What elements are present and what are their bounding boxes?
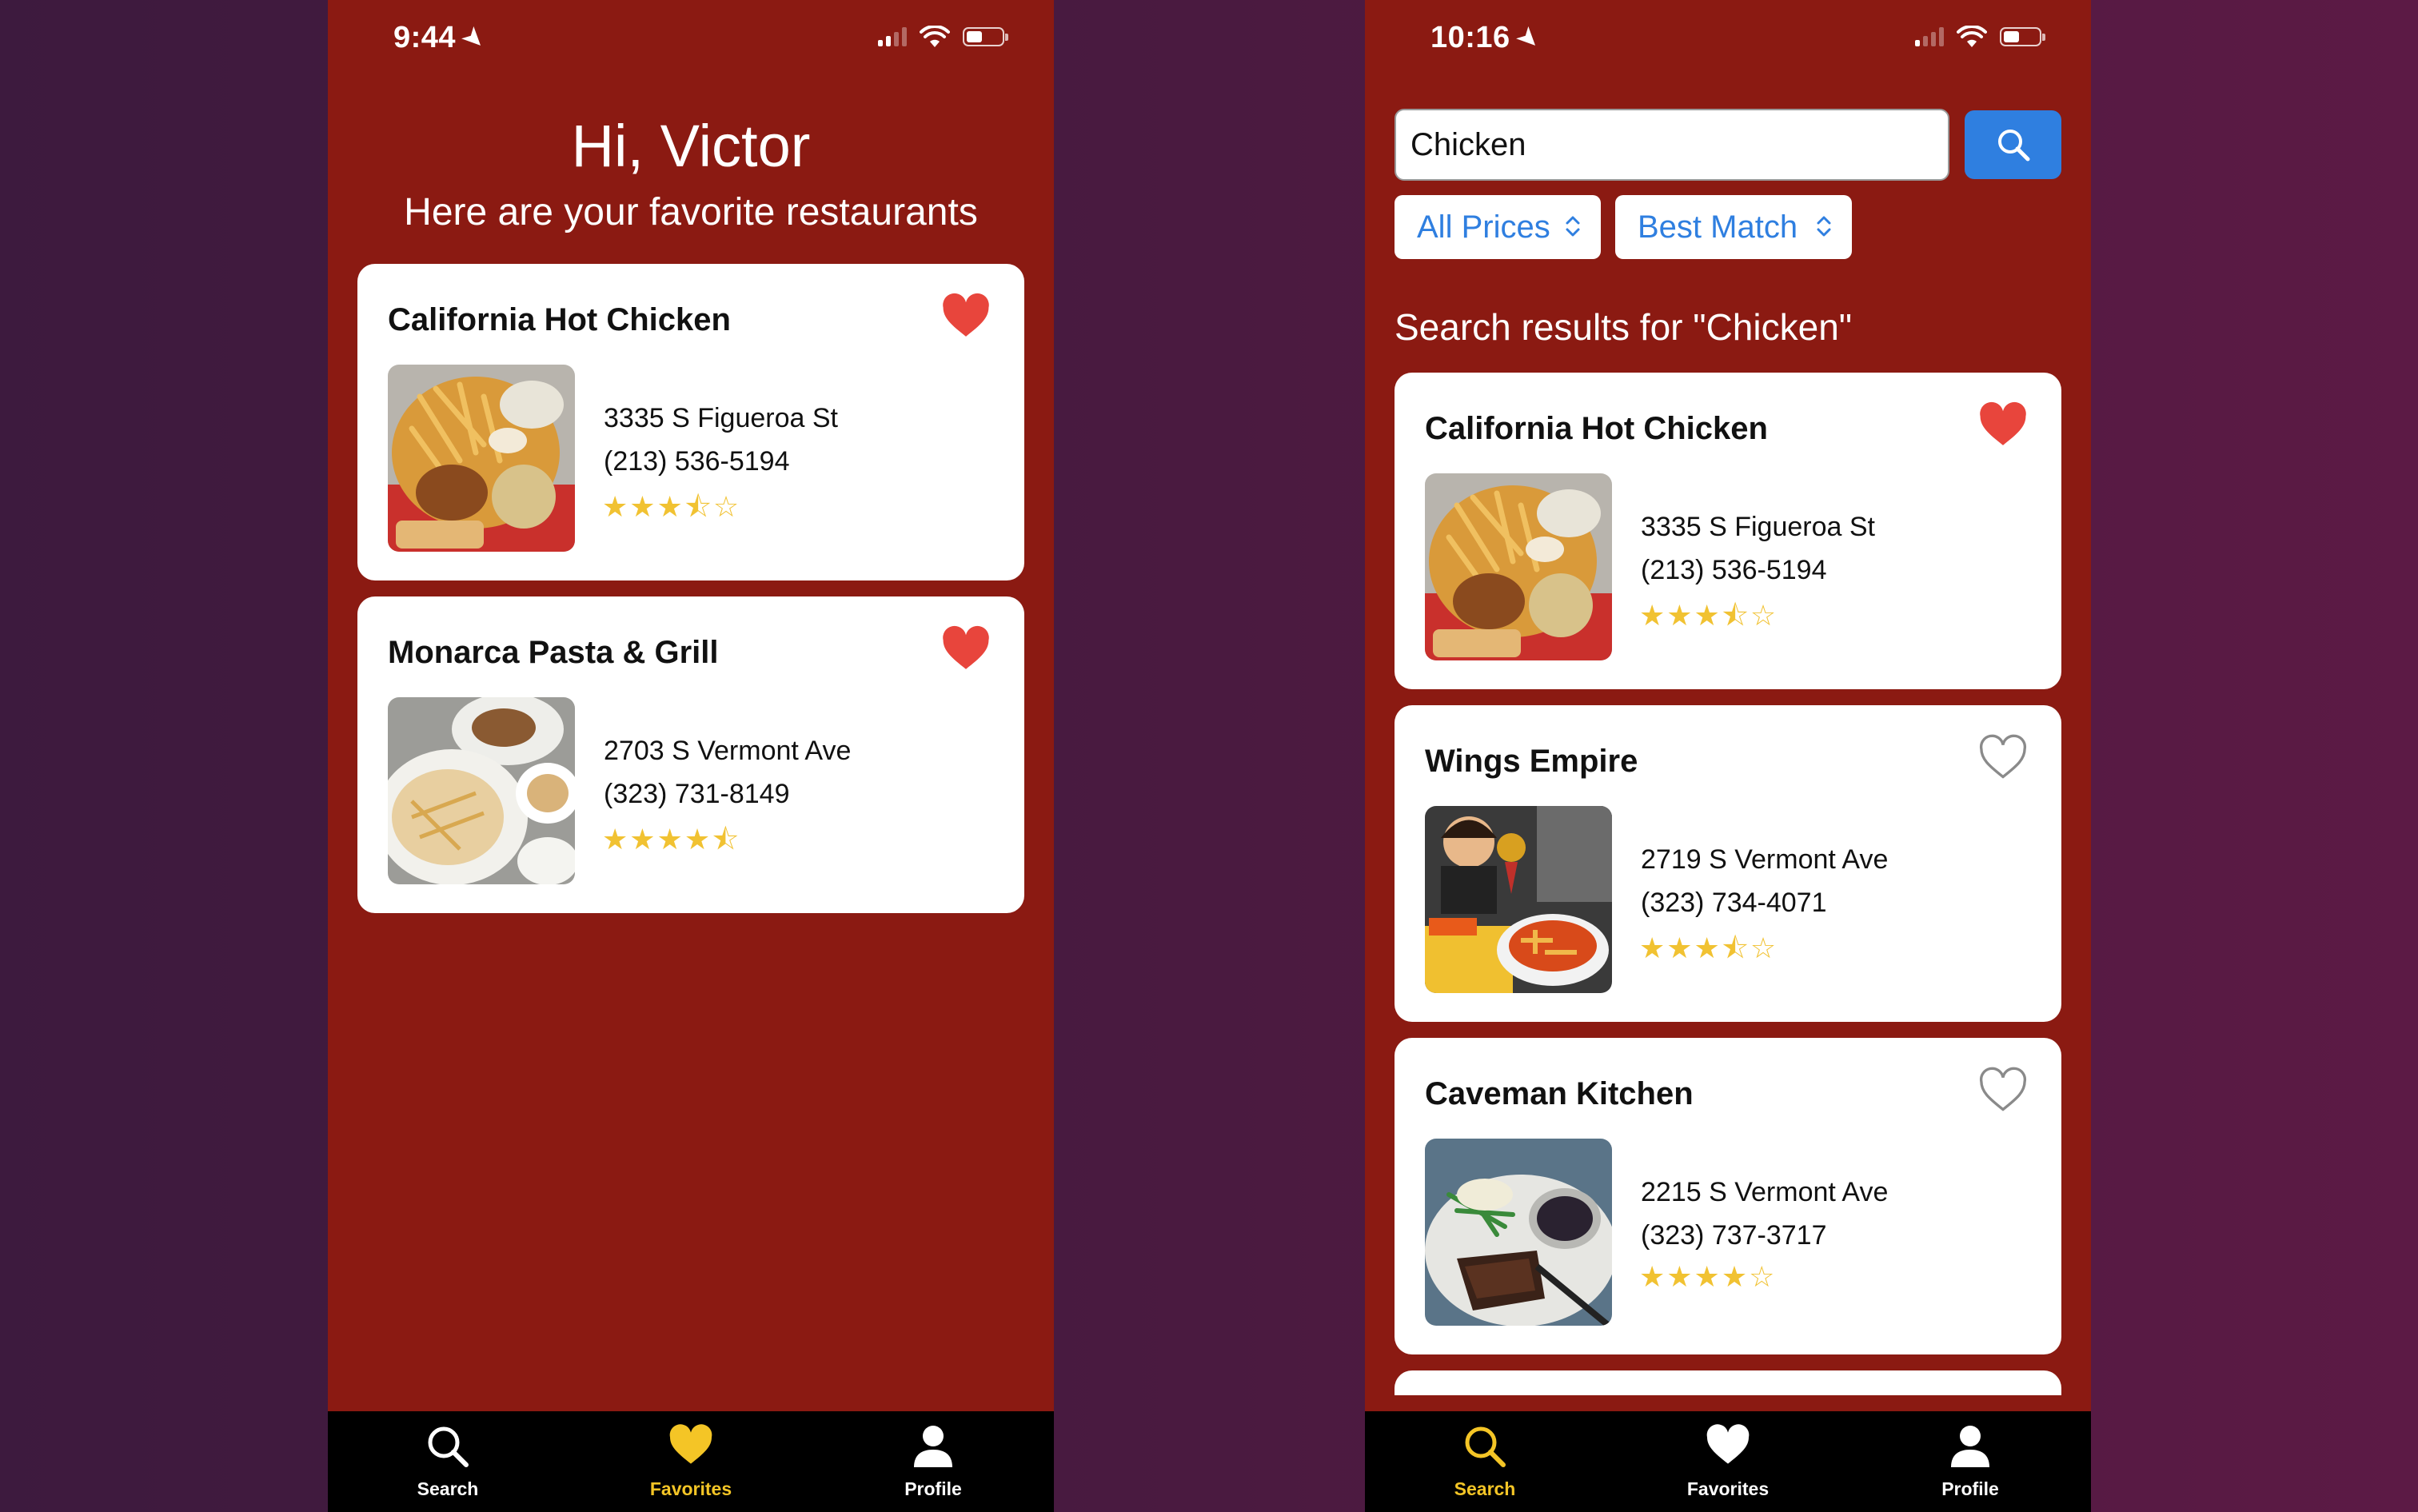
heart-outline-icon[interactable]	[1978, 734, 2028, 780]
price-filter-select[interactable]: All Prices	[1395, 195, 1601, 259]
rating-stars: ★★★⯪☆	[602, 490, 741, 523]
status-time: 9:44➤	[393, 19, 493, 58]
restaurant-card[interactable]: Monarca Pasta & Grill 2703 S Vermont Ave…	[357, 596, 1024, 913]
rating-stars: ★★★★⯪	[602, 823, 741, 856]
rating-stars: ★★★⯪☆	[1639, 932, 1778, 964]
tab-label: Search	[417, 1478, 479, 1499]
restaurant-name: Caveman Kitchen	[1425, 1076, 1694, 1111]
chevron-up-down-icon	[1566, 216, 1580, 237]
restaurant-photo	[1425, 473, 1612, 660]
heart-filled-icon[interactable]	[941, 293, 991, 339]
search-input[interactable]	[1395, 109, 1949, 181]
restaurant-name: Monarca Pasta & Grill	[388, 635, 719, 670]
tab-label: Favorites	[1686, 1478, 1770, 1499]
rating-stars: ★★★⯪☆	[1639, 599, 1778, 632]
restaurant-photo	[1425, 806, 1612, 993]
tab-bar: Search Favorites Profile	[1365, 1411, 2091, 1512]
restaurant-address: 2719 S Vermont Ave	[1641, 844, 1889, 875]
status-bar: 9:44➤	[328, 0, 1054, 80]
search-icon	[1998, 130, 2030, 162]
results-heading: Search results for "Chicken"	[1395, 306, 1853, 348]
tab-label: Profile	[1941, 1478, 1999, 1499]
restaurant-card[interactable]: Caveman Kitchen 2215 S Vermont Ave (323)…	[1395, 1038, 2061, 1354]
restaurant-card[interactable]: California Hot Chicken 3335 S Figueroa S…	[1395, 373, 2061, 689]
tab-favorites[interactable]: Favorites	[611, 1411, 771, 1512]
rating-stars: ★★★★☆	[1639, 1260, 1777, 1293]
heart-icon	[669, 1424, 712, 1464]
favorites-screen: 9:44➤ Hi, Victor Here are your favorite …	[328, 0, 1054, 1512]
restaurant-address: 3335 S Figueroa St	[604, 403, 838, 433]
tab-favorites[interactable]: Favorites	[1648, 1411, 1808, 1512]
restaurant-address: 2215 S Vermont Ave	[1641, 1177, 1889, 1207]
sort-select[interactable]: Best Match	[1615, 195, 1852, 259]
battery-icon	[963, 27, 1008, 46]
tab-search[interactable]: Search	[1405, 1411, 1565, 1512]
restaurant-address: 3335 S Figueroa St	[1641, 512, 1875, 542]
greeting-subtitle: Here are your favorite restaurants	[404, 191, 978, 233]
restaurant-phone: (323) 731-8149	[604, 779, 790, 809]
restaurant-card[interactable]: California Hot Chicken 3335 S Figueroa S…	[357, 264, 1024, 580]
restaurant-card[interactable]: Wings Empire 2719 S Vermont Ave (323) 73…	[1395, 705, 2061, 1022]
status-bar: 10:16➤	[1365, 0, 2091, 80]
heart-filled-icon[interactable]	[1978, 401, 2028, 448]
cellular-signal-icon	[1915, 27, 1944, 46]
tab-bar: Search Favorites Profile	[328, 1411, 1054, 1512]
restaurant-name: Wings Empire	[1425, 744, 1638, 779]
status-icons	[878, 26, 1008, 48]
tab-search[interactable]: Search	[368, 1411, 528, 1512]
scroll-clip	[1365, 1395, 2091, 1411]
status-time: 10:16➤	[1430, 19, 1547, 58]
search-button[interactable]	[1965, 110, 2061, 179]
wifi-icon	[920, 26, 950, 47]
search-icon	[1465, 1426, 1506, 1467]
sort-label: Best Match	[1638, 209, 1798, 245]
location-arrow-icon: ➤	[454, 19, 493, 58]
tab-profile[interactable]: Profile	[1890, 1411, 2050, 1512]
heart-filled-icon[interactable]	[941, 625, 991, 672]
tab-label: Favorites	[649, 1478, 732, 1499]
search-screen: 10:16➤ All Prices Best Match Search resu…	[1365, 0, 2091, 1512]
battery-icon	[2000, 27, 2045, 46]
restaurant-name: California Hot Chicken	[1425, 411, 1768, 446]
search-icon	[428, 1426, 469, 1467]
restaurant-photo	[388, 697, 575, 884]
restaurant-phone: (323) 737-3717	[1641, 1220, 1827, 1251]
restaurant-phone: (213) 536-5194	[604, 446, 790, 477]
heart-icon	[1706, 1424, 1750, 1464]
tab-label: Profile	[904, 1478, 962, 1499]
location-arrow-icon: ➤	[1509, 19, 1547, 58]
chevron-up-down-icon	[1817, 216, 1831, 237]
restaurant-phone: (213) 536-5194	[1641, 555, 1827, 585]
restaurant-address: 2703 S Vermont Ave	[604, 736, 852, 766]
tab-profile[interactable]: Profile	[853, 1411, 1013, 1512]
person-icon	[1951, 1426, 1989, 1467]
restaurant-phone: (323) 734-4071	[1641, 888, 1827, 918]
person-icon	[914, 1426, 952, 1467]
greeting-title: Hi, Victor	[571, 113, 811, 179]
heart-outline-icon[interactable]	[1978, 1067, 2028, 1113]
tab-label: Search	[1454, 1478, 1516, 1499]
price-filter-label: All Prices	[1417, 209, 1550, 245]
cellular-signal-icon	[878, 27, 907, 46]
restaurant-name: California Hot Chicken	[388, 302, 731, 337]
wifi-icon	[1957, 26, 1987, 47]
restaurant-photo	[388, 365, 575, 552]
status-icons	[1915, 26, 2045, 48]
restaurant-photo	[1425, 1139, 1612, 1326]
